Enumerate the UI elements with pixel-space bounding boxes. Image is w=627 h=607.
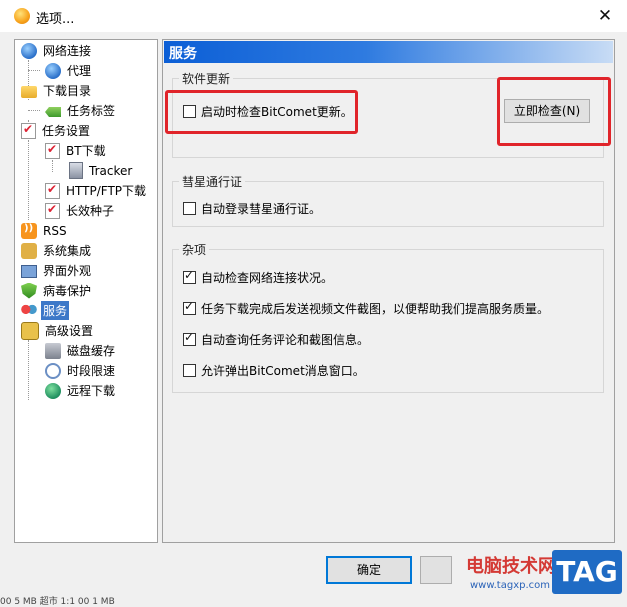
checklist-icon — [45, 182, 60, 199]
tree-item-label: 磁盘缓存 — [67, 344, 116, 358]
panel-title: 服务 — [169, 46, 197, 62]
clock-icon — [45, 362, 61, 379]
monitor-icon — [21, 265, 37, 278]
tree-item-http-ftp[interactable]: HTTP/FTP下载 — [45, 181, 148, 200]
watermark-url: www.tagxp.com — [470, 580, 550, 591]
misc-option-label: 自动查询任务评论和截图信息。 — [201, 333, 370, 347]
tree-item-service[interactable]: 服务 — [21, 301, 70, 320]
close-button[interactable]: ✕ — [591, 3, 619, 29]
misc-option-label: 任务下载完成后发送视频文件截图，以便帮助我们提高服务质量。 — [201, 302, 550, 316]
misc-option[interactable]: 任务下载完成后发送视频文件截图，以便帮助我们提高服务质量。 — [183, 299, 550, 317]
ok-button[interactable]: 确定 — [326, 556, 412, 584]
software-update-title: 软件更新 — [179, 70, 234, 87]
misc-option[interactable]: 自动检查网络连接状况。 — [183, 268, 334, 286]
tree-connector — [28, 140, 29, 220]
query-comments-checkbox[interactable] — [183, 330, 196, 346]
tree-item-label: 时段限速 — [67, 364, 116, 378]
watermark-tag-logo: TAG — [552, 550, 622, 594]
tree-item-label: 长效种子 — [66, 204, 115, 218]
auto-check-network-checkbox[interactable] — [183, 268, 196, 284]
check-now-highlight — [497, 77, 611, 146]
tree-item-appearance[interactable]: 界面外观 — [21, 261, 93, 280]
misc-option[interactable]: 允许弹出BitComet消息窗口。 — [183, 362, 365, 379]
tree-connector — [28, 110, 40, 111]
auto-login-passport-option[interactable]: 自动登录彗星通行证。 — [183, 200, 321, 217]
tree-item-label: Tracker — [89, 163, 133, 178]
misc-option-label: 允许弹出BitComet消息窗口。 — [201, 364, 365, 378]
bitcomet-logo-icon — [14, 8, 30, 24]
server-icon — [69, 162, 83, 179]
tree-item-label: 高级设置 — [45, 324, 94, 338]
tree-item-label: 病毒保护 — [43, 284, 92, 298]
tree-connector — [52, 160, 53, 172]
tree-item-system-integration[interactable]: 系统集成 — [21, 241, 93, 260]
tree-item-label: 网络连接 — [43, 44, 92, 58]
tree-item-label: HTTP/FTP下载 — [66, 184, 147, 198]
watermark: 电脑技术网 www.tagxp.com TAG — [448, 548, 624, 600]
window-title: 选项... — [36, 12, 75, 27]
tree-item-bt-download[interactable]: BT下载 — [45, 141, 108, 160]
tree-item-label: 界面外观 — [43, 264, 92, 278]
background-status-text: 00 5 MB 超市 1:1 00 1 MB — [0, 597, 115, 607]
title-bar: 选项... ✕ — [0, 0, 627, 32]
disk-icon — [45, 342, 61, 359]
send-screenshot-checkbox[interactable] — [183, 299, 196, 315]
tree-item-disk-cache[interactable]: 磁盘缓存 — [45, 341, 117, 360]
panel-header: 服务 — [164, 41, 613, 63]
options-dialog: 选项... ✕ 网络连接 代理 下载目录 任务标签 任务设置 — [0, 0, 627, 607]
remote-icon — [45, 382, 61, 399]
watermark-text: 电脑技术网 — [466, 556, 556, 577]
tree-item-label: 远程下载 — [67, 384, 116, 398]
tree-item-virus-protection[interactable]: 病毒保护 — [21, 281, 93, 300]
tree-item-label: 系统集成 — [43, 244, 92, 258]
tree-connector — [28, 70, 40, 71]
misc-option-label: 自动检查网络连接状况。 — [201, 271, 334, 285]
tree-item-label: 代理 — [67, 64, 92, 78]
checklist-icon — [45, 142, 60, 159]
people-icon — [21, 302, 37, 319]
tree-item-remote-download[interactable]: 远程下载 — [45, 381, 117, 400]
tree-item-tracker[interactable]: Tracker — [69, 161, 134, 180]
tree-item-label: 任务标签 — [67, 104, 116, 118]
checklist-icon — [45, 202, 60, 219]
checklist-icon — [21, 122, 36, 139]
passport-title: 彗星通行证 — [179, 173, 246, 190]
rss-icon — [21, 222, 37, 239]
tree-item-download-dir[interactable]: 下载目录 — [21, 81, 93, 100]
globe-icon — [21, 42, 37, 59]
shield-icon — [21, 282, 37, 299]
update-checkbox-highlight — [165, 90, 358, 134]
misc-title: 杂项 — [179, 241, 210, 258]
misc-option[interactable]: 自动查询任务评论和截图信息。 — [183, 330, 370, 348]
globe-icon — [45, 62, 61, 79]
auto-login-passport-checkbox[interactable] — [183, 202, 196, 215]
tree-item-rss[interactable]: RSS — [21, 221, 69, 240]
tree-item-label: 服务 — [41, 301, 70, 320]
tree-item-long-seed[interactable]: 长效种子 — [45, 201, 116, 220]
folder-icon — [21, 85, 37, 98]
tree-item-network[interactable]: 网络连接 — [21, 41, 93, 60]
tree-item-task-settings[interactable]: 任务设置 — [21, 121, 92, 140]
tree-item-task-tags[interactable]: 任务标签 — [45, 101, 117, 120]
tree-item-label: BT下载 — [66, 144, 106, 158]
tree-connector — [28, 340, 29, 400]
tree-item-label: RSS — [43, 223, 67, 238]
auto-login-passport-label: 自动登录彗星通行证。 — [201, 202, 322, 216]
tree-item-advanced[interactable]: 高级设置 — [21, 321, 95, 340]
options-tree[interactable]: 网络连接 代理 下载目录 任务标签 任务设置 BT下载 Tracker HTT — [14, 39, 158, 543]
allow-popup-checkbox[interactable] — [183, 364, 196, 377]
tree-item-proxy[interactable]: 代理 — [45, 61, 93, 80]
puzzle-icon — [21, 242, 37, 259]
tree-item-schedule-limit[interactable]: 时段限速 — [45, 361, 117, 380]
tree-item-label: 下载目录 — [43, 84, 92, 98]
tag-icon — [45, 107, 61, 117]
tree-item-label: 任务设置 — [42, 124, 91, 138]
gear-icon — [21, 321, 39, 340]
